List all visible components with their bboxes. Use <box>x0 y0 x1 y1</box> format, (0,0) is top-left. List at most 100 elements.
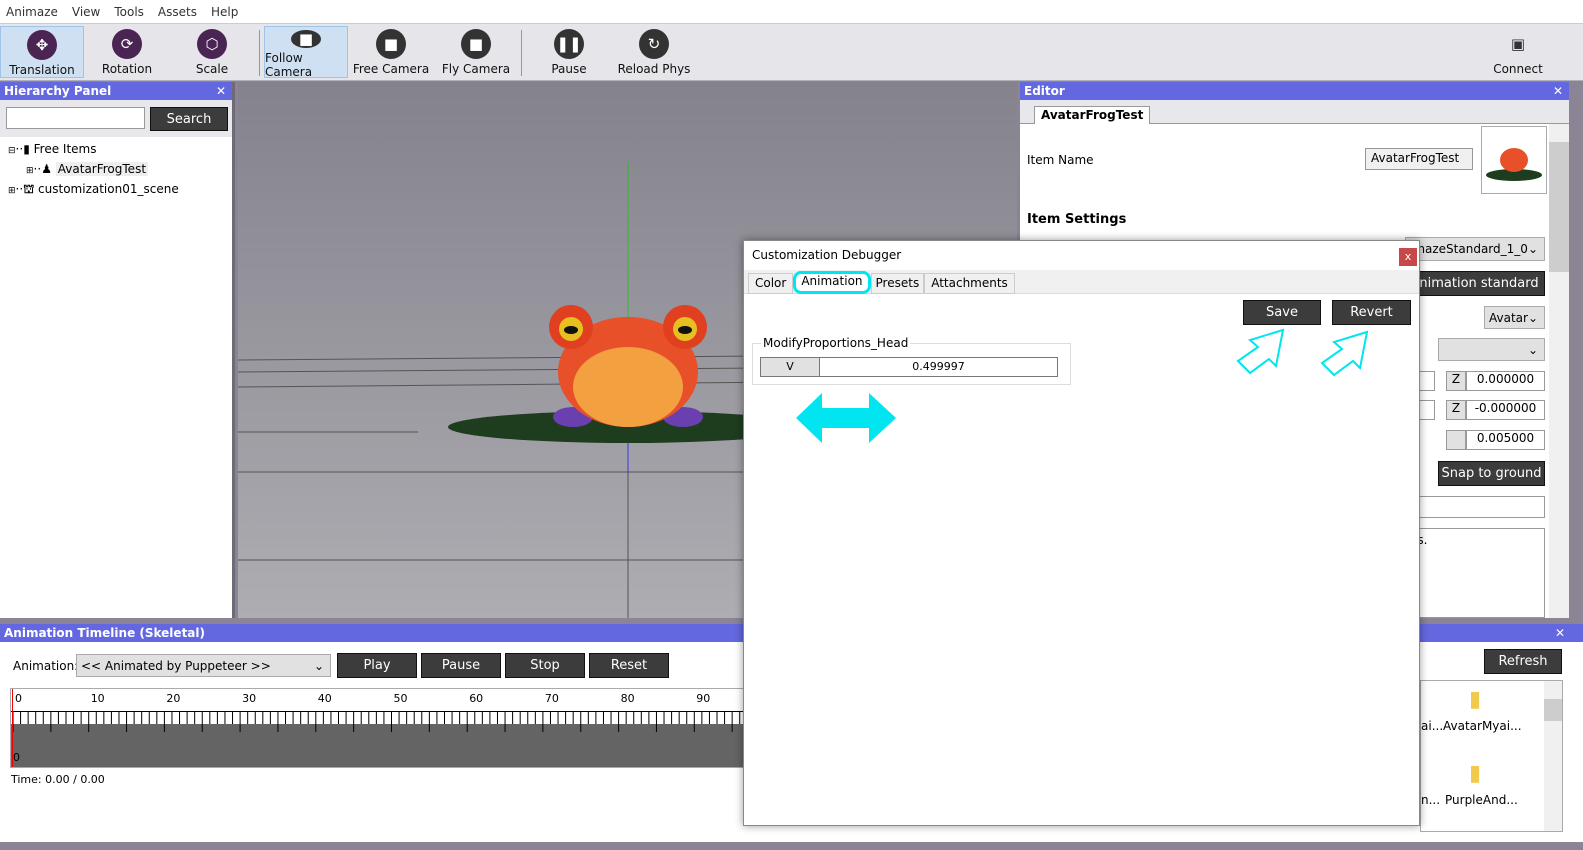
revert-button[interactable]: Revert <box>1332 300 1411 325</box>
editor-header: Editor ✕ <box>1020 82 1569 100</box>
asset-item[interactable]: ai... <box>1421 719 1443 733</box>
toolbar: ✥ Translation ⟳ Rotation ⬡ Scale ■ Follow Ca… <box>0 24 1583 81</box>
z-label: Z <box>1446 400 1466 420</box>
tab-presets[interactable]: Presets <box>870 273 925 294</box>
tab-avatarfrogtest[interactable]: AvatarFrogTest <box>1034 106 1151 124</box>
asset-item[interactable]: AvatarMyai... <box>1443 719 1522 733</box>
chevron-down-icon: ⌄ <box>1527 342 1538 357</box>
connect-label: Connect <box>1493 62 1543 76</box>
tree-item-free-items[interactable]: ⊟··▮ Free Items <box>8 140 179 160</box>
editor-scrollbar[interactable] <box>1549 124 1569 618</box>
menu-help[interactable]: Help <box>211 5 238 19</box>
reload-phys-label: Reload Phys <box>617 62 691 76</box>
animation-standard-combo[interactable]: imazeStandard_1_0 ⌄ <box>1405 237 1545 261</box>
animation-combo[interactable]: << Animated by Puppeteer >> ⌄ <box>76 654 331 677</box>
scale-button[interactable]: ⬡ Scale <box>170 26 254 78</box>
refresh-button[interactable]: Refresh <box>1484 649 1562 674</box>
menu-view[interactable]: View <box>72 5 100 19</box>
folder-icon: ▮ <box>1469 687 1482 712</box>
pause-button[interactable]: Pause <box>421 653 501 678</box>
menu-bar: Animaze View Tools Assets Help <box>0 0 1583 24</box>
snap-to-ground-button[interactable]: Snap to ground <box>1438 461 1545 486</box>
v-label: V <box>761 358 820 376</box>
tick-label: 50 <box>393 692 408 705</box>
type-combo[interactable]: Avatar ⌄ <box>1484 306 1545 329</box>
hierarchy-tree: ⊟··▮ Free Items ⊞··♟ AvatarFrogTest ⊞··⛫… <box>8 140 179 200</box>
z-rotation-input[interactable]: -0.000000 <box>1466 400 1545 420</box>
asset-browser: ▮ ai... AvatarMyai... ▮ n... PurpleAnd..… <box>1420 680 1563 832</box>
close-icon[interactable]: ✕ <box>1555 624 1565 642</box>
tick-label: 90 <box>696 692 711 705</box>
item-name-input[interactable]: AvatarFrogTest <box>1365 148 1473 170</box>
hierarchy-title: Hierarchy Panel <box>4 84 112 98</box>
toolbar-divider <box>521 30 522 76</box>
reload-phys-button[interactable]: ↻ Reload Phys <box>612 26 696 78</box>
chevron-down-icon: ⌄ <box>1527 310 1539 325</box>
rotation-label: Rotation <box>101 62 153 76</box>
tick-label: 0 <box>15 692 22 705</box>
arrow-annotation-icon <box>1320 330 1369 377</box>
search-button[interactable]: Search <box>150 107 228 131</box>
hierarchy-panel: Hierarchy Panel ✕ Search ⊟··▮ Free Items … <box>0 82 235 618</box>
item-settings-heading: Item Settings <box>1027 212 1127 227</box>
connect-button[interactable]: ▣ Connect <box>1476 26 1560 78</box>
track-row-label: 0 <box>13 751 20 764</box>
pause-icon: ❚❚ <box>554 29 584 59</box>
tree-item-avatarfrogtest[interactable]: ⊞··♟ AvatarFrogTest <box>8 160 179 180</box>
play-button[interactable]: Play <box>337 653 417 678</box>
save-button[interactable]: Save <box>1243 300 1321 325</box>
pause-label: Pause <box>551 62 587 76</box>
move-arrows-icon: ✥ <box>27 30 57 60</box>
property-group-label: ModifyProportions_Head <box>761 336 911 350</box>
timeline-track[interactable]: 0 10 20 30 40 50 60 70 80 90 0 <box>10 688 770 768</box>
hierarchy-search-input[interactable] <box>6 107 145 129</box>
timeline-title: Animation Timeline (Skeletal) <box>4 626 205 640</box>
close-icon[interactable]: ✕ <box>216 82 226 100</box>
menu-animaze[interactable]: Animaze <box>6 5 58 19</box>
camera-icon: ■ <box>461 29 491 59</box>
asset-scrollbar[interactable] <box>1544 681 1562 831</box>
v-value-input[interactable]: 0.499997 <box>820 358 1057 376</box>
scale-input[interactable]: 0.005000 <box>1466 430 1545 450</box>
hierarchy-header: Hierarchy Panel ✕ <box>0 82 232 100</box>
time-readout: Time: 0.00 / 0.00 <box>11 773 105 786</box>
z-label: Z <box>1446 371 1466 391</box>
fly-camera-button[interactable]: ■ Fly Camera <box>434 26 518 78</box>
free-camera-button[interactable]: ■ Free Camera <box>349 26 433 78</box>
animation-standard-button[interactable]: animation standard <box>1405 271 1545 296</box>
menu-assets[interactable]: Assets <box>158 5 197 19</box>
text-field[interactable] <box>1405 496 1545 518</box>
close-icon[interactable]: ✕ <box>1553 82 1563 100</box>
follow-camera-button[interactable]: ■ Follow Camera <box>264 26 348 79</box>
chevron-down-icon: ⌄ <box>1527 242 1538 256</box>
tab-color[interactable]: Color <box>748 273 794 294</box>
tree-item-scene[interactable]: ⊞··⛫ customization01_scene <box>8 180 179 200</box>
asset-item[interactable]: PurpleAnd... <box>1445 793 1518 807</box>
tab-attachments[interactable]: Attachments <box>924 273 1015 294</box>
menu-tools[interactable]: Tools <box>114 5 144 19</box>
arrow-annotation-icon <box>1236 328 1285 375</box>
fly-camera-label: Fly Camera <box>441 62 511 76</box>
pause-button[interactable]: ❚❚ Pause <box>527 26 611 78</box>
tick-label: 70 <box>544 692 559 705</box>
dialog-close-button[interactable]: x <box>1399 248 1417 266</box>
rotation-button[interactable]: ⟳ Rotation <box>85 26 169 78</box>
translation-button[interactable]: ✥ Translation <box>0 26 84 78</box>
tick-label: 40 <box>317 692 332 705</box>
timeline-ruler <box>11 711 769 767</box>
stop-button[interactable]: Stop <box>505 653 585 678</box>
tick-label: 10 <box>90 692 105 705</box>
item-name-label: Item Name <box>1027 153 1094 167</box>
asset-item[interactable]: n... <box>1421 793 1440 807</box>
animation-label: Animation: <box>13 659 79 673</box>
tab-animation[interactable]: Animation <box>793 271 871 294</box>
camera-icon: ■ <box>291 30 321 48</box>
description-textarea[interactable]: es. <box>1405 528 1545 618</box>
z-position-input[interactable]: 0.000000 <box>1466 371 1545 391</box>
editor-title: Editor <box>1024 84 1065 98</box>
double-arrow-annotation-icon <box>796 393 896 443</box>
folder-icon: ▮ <box>1469 761 1482 786</box>
reload-icon: ↻ <box>639 29 669 59</box>
reset-button[interactable]: Reset <box>589 653 669 678</box>
empty-combo[interactable]: ⌄ <box>1438 338 1545 361</box>
